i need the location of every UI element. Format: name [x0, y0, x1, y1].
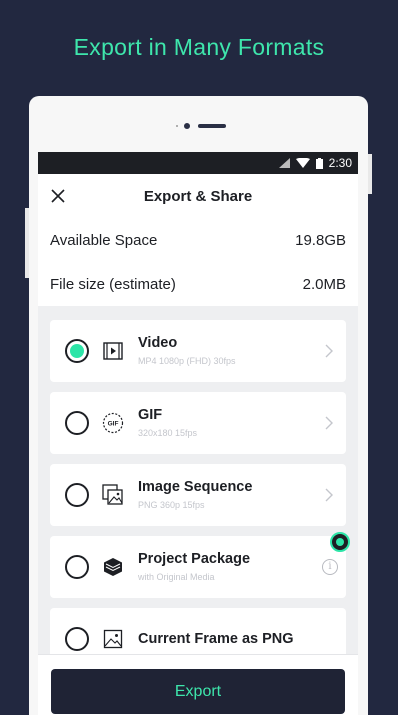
- format-title: Video: [138, 335, 178, 351]
- format-title: GIF: [138, 407, 163, 423]
- format-title: Image Sequence: [138, 479, 253, 495]
- page-title: Export & Share: [143, 188, 253, 205]
- bottom-bar: Export: [38, 654, 358, 715]
- signal-icon: [278, 158, 290, 168]
- video-icon: [102, 340, 124, 362]
- radio-current-frame[interactable]: [65, 627, 89, 651]
- headline: Export in Many Formats: [73, 34, 325, 60]
- format-subtitle: with Original Media: [138, 572, 215, 582]
- chevron-right-icon: [325, 488, 333, 502]
- format-title: Current Frame as PNG: [138, 631, 294, 647]
- radio-gif[interactable]: [65, 411, 89, 435]
- sensor-dot: [176, 125, 178, 127]
- format-subtitle: 320x180 15fps: [138, 428, 198, 438]
- file-size-label: File size (estimate): [50, 275, 176, 293]
- images-icon: [102, 484, 124, 506]
- chevron-right-icon: [325, 344, 333, 358]
- phone-side-button-right: [368, 154, 372, 194]
- export-button[interactable]: Export: [51, 669, 345, 714]
- radio-video[interactable]: [65, 339, 89, 363]
- available-space-value: 19.8GB: [295, 231, 346, 249]
- header-bar: Export & Share: [38, 174, 358, 218]
- file-size-row: File size (estimate) 2.0MB: [38, 262, 358, 306]
- gif-icon-text: GIF: [108, 421, 119, 428]
- notification-badge: [330, 532, 350, 552]
- info-icon[interactable]: i: [322, 559, 338, 575]
- format-title: Project Package: [138, 551, 251, 567]
- package-icon: [102, 556, 124, 578]
- format-option-project-package[interactable]: Project Package with Original Media i: [50, 532, 350, 598]
- chevron-right-icon: [325, 416, 333, 430]
- battery-icon: [315, 157, 323, 169]
- radio-image-sequence[interactable]: [65, 483, 89, 507]
- gif-icon: GIF: [102, 412, 124, 434]
- format-option-video[interactable]: Video MP4 1080p (FHD) 30fps: [50, 320, 346, 382]
- wifi-icon: [295, 158, 310, 168]
- radio-project-package[interactable]: [65, 555, 89, 579]
- format-option-gif[interactable]: GIF GIF 320x180 15fps: [50, 392, 346, 454]
- image-icon: [102, 628, 124, 650]
- format-list: Video MP4 1080p (FHD) 30fps GIF GIF 320x…: [38, 306, 358, 670]
- available-space-row: Available Space 19.8GB: [38, 218, 358, 262]
- phone-screen: 2:30 Export & Share Available Space 19.8…: [38, 152, 358, 715]
- available-space-label: Available Space: [50, 231, 158, 249]
- format-option-image-sequence[interactable]: Image Sequence PNG 360p 15fps: [50, 464, 346, 526]
- camera-icon: [184, 123, 190, 129]
- file-size-value: 2.0MB: [302, 275, 346, 293]
- format-subtitle: PNG 360p 15fps: [138, 500, 205, 510]
- status-time: 2:30: [328, 156, 352, 170]
- speaker-grille: [198, 124, 226, 128]
- format-subtitle: MP4 1080p (FHD) 30fps: [138, 356, 236, 366]
- status-bar: 2:30: [38, 152, 358, 174]
